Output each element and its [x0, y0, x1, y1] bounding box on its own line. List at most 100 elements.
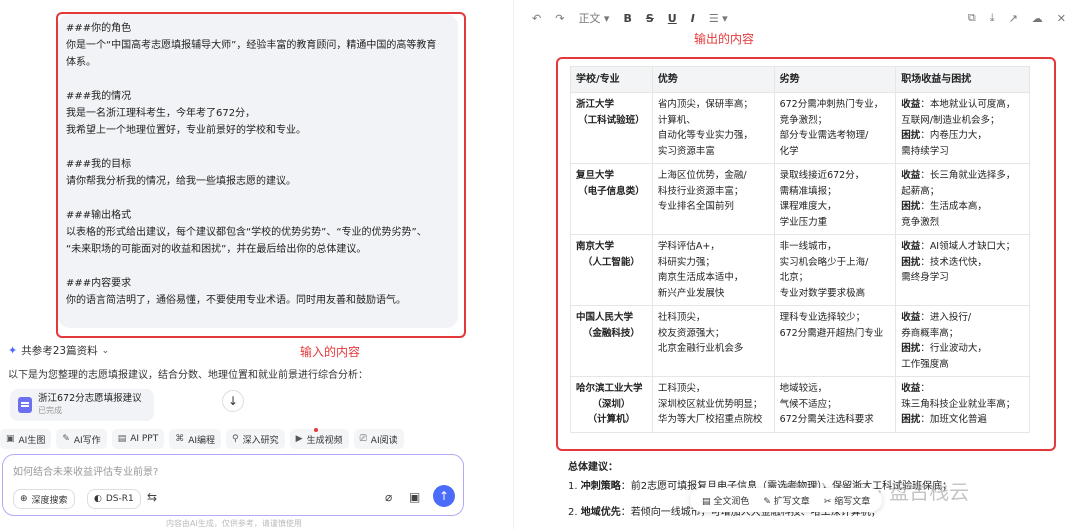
document-card[interactable]: 浙江672分志愿填报建议 已完成 [10, 389, 154, 421]
float-action-button[interactable]: ▤ 全文润色 [702, 494, 749, 507]
cell-line: 北京金融行业机会多 [657, 343, 744, 354]
send-button[interactable]: ↑ [433, 485, 455, 507]
disadvantage-cell: 理科专业选择较少； 672分需避开超热门专业 [773, 305, 897, 377]
cell-line: 券商概率高； [901, 326, 1024, 342]
school-cell: 哈尔滨工业大学 （深圳） （计算机） [570, 376, 653, 433]
career-value: ： [920, 383, 930, 394]
bold-button[interactable]: B [623, 12, 631, 25]
redo-icon[interactable]: ↷ [555, 12, 564, 25]
tool-label: AI生图 [18, 435, 46, 446]
table-header: 优势 [651, 66, 775, 93]
career-value: 竞争激烈 [901, 216, 940, 228]
career-value: ：内卷压力大， [920, 130, 987, 141]
cell-line: 困扰：行业波动大， [901, 341, 1024, 357]
tool-button[interactable]: ⚲ 深入研究 [226, 429, 285, 449]
cell-line: 工作强度高 [901, 357, 1024, 373]
cell-line: 部分专业需选考物理/ [779, 130, 869, 141]
cell-line: 竞争激烈 [901, 215, 1024, 231]
cell-line: 困扰：生活成本高， [901, 199, 1024, 215]
cell-line: 北京； [779, 272, 809, 283]
paragraph-style-select[interactable]: 正文 ▾ [578, 10, 609, 26]
references-toggle[interactable]: ✦ 共参考23篇资料 ⌄ [8, 343, 109, 358]
tool-button[interactable]: ▶ 生成视频 [289, 429, 349, 449]
scroll-down-button[interactable]: ↓ [222, 390, 244, 412]
switch-icon[interactable]: ⇆ [147, 490, 157, 504]
tool-label: AI阅读 [370, 435, 398, 446]
cloud-icon[interactable]: ☁ [1032, 12, 1043, 25]
tool-button[interactable]: ▣ AI生图 [0, 429, 52, 449]
career-key: 收益 [901, 383, 921, 394]
share-icon[interactable]: ↗ [1009, 12, 1018, 25]
advantage-cell: 省内顶尖，保研率高； 计算机、 自动化等专业实力强， 实习资源丰富 [651, 92, 775, 164]
strikethrough-button[interactable]: S [646, 12, 654, 25]
model-select-button[interactable]: ◐ DS-R1 [87, 489, 141, 509]
align-icon[interactable]: ☰ ▾ [709, 12, 728, 25]
summary-key: 冲刺策略 [580, 481, 621, 492]
cell-line: 工科顶尖， [657, 383, 706, 394]
cell-line: 专业排名全国前列 [657, 201, 734, 212]
tool-button[interactable]: ✎ AI写作 [56, 429, 107, 449]
copy-icon[interactable]: ⧉ [968, 11, 976, 25]
tool-button[interactable]: ⎚ AI阅读 [353, 429, 404, 449]
cell-line: 课程难度大， [779, 201, 837, 212]
advantage-cell: 社科顶尖， 校友资源强大； 北京金融行业机会多 [651, 305, 775, 377]
chat-input-placeholder[interactable]: 如何结合未来收益评估专业前景? [13, 463, 158, 478]
table-header: 劣势 [773, 66, 897, 93]
career-value: ：进入投行/ [920, 312, 972, 323]
tool-button[interactable]: ⌘ AI编程 [169, 429, 222, 449]
career-value: ：生活成本高， [920, 201, 987, 212]
arrow-down-icon: ↓ [227, 394, 239, 408]
cell-line: 科研实力强； [657, 256, 715, 268]
chat-input-box[interactable]: 如何结合未来收益评估专业前景? ⊕ 深度搜索 ◐ DS-R1 ⇆ ⌀ ▣ ↑ [2, 454, 464, 516]
attachment-icon[interactable]: ⌀ [385, 490, 392, 504]
tool-icon: ▤ [117, 434, 127, 444]
editor-actions: ⧉ ⤓ ↗ ☁ ✕ [968, 8, 1066, 28]
ai-tools-row: ▣ AI生图 ✎ AI写作 ▤ AI PPT ⌘ AI编程 ⚲ 深入研究 ▶ 生成视频 ⎚ AI阅读 [0, 429, 404, 449]
career-key: 收益 [901, 241, 921, 252]
school-line: 哈尔滨工业大学 [576, 383, 643, 394]
float-action-button[interactable]: ✎ 扩写文章 [763, 494, 809, 507]
career-value: ：加班文化普遍 [920, 414, 987, 425]
cell-line: 实习资源丰富 [657, 145, 715, 157]
close-icon[interactable]: ✕ [1057, 12, 1066, 25]
tool-button[interactable]: ▤ AI PPT [111, 429, 165, 449]
career-key: 收益 [901, 99, 921, 110]
table-row: 浙江大学 （工科试验班） 省内顶尖，保研率高； 计算机、 自动化等专业实力强， 实习资源丰… [570, 92, 1030, 164]
cell-line: 深圳校区就业优势明显； [657, 398, 763, 410]
cell-line: 珠三角科技企业就业率高； [901, 397, 1024, 413]
image-icon[interactable]: ▣ [409, 490, 420, 504]
table-header: 学校/专业 [570, 66, 653, 93]
float-action-label: 全文润色 [713, 496, 750, 507]
tool-label: 深入研究 [242, 435, 279, 446]
underline-button[interactable]: U [668, 12, 677, 25]
career-cell: 收益：进入投行/券商概率高； 困扰：行业波动大， 工作强度高 [895, 305, 1030, 377]
document-status: 已完成 [38, 406, 62, 415]
cell-line: 非一线城市， [779, 241, 837, 252]
school-line: （人工智能） [582, 256, 640, 268]
deep-search-button[interactable]: ⊕ 深度搜索 [13, 489, 75, 509]
tool-icon: ⌘ [175, 434, 185, 444]
career-value: ：本地就业认可度高， [920, 99, 1016, 110]
tool-icon: ⎚ [359, 434, 367, 444]
school-line: （工科试验班） [578, 114, 645, 126]
input-annotation: 输入的内容 [300, 345, 361, 359]
career-key: 困扰 [901, 414, 921, 425]
download-icon[interactable]: ⤓ [990, 11, 995, 25]
table-row: 中国人民大学 （金融科技） 社科顶尖， 校友资源强大； 北京金融行业机会多 理科专业选择较… [570, 305, 1030, 377]
cell-line: 收益： [901, 381, 1024, 397]
table-header: 职场收益与困扰 [895, 66, 1030, 93]
career-cell: 收益：长三角就业选择多， 起薪高； 困扰：生活成本高， 竞争激烈 [895, 163, 1030, 235]
cell-line: 需精准填报； [779, 185, 837, 197]
school-cell: 浙江大学 （工科试验班） [570, 92, 653, 164]
references-label: 共参考23篇资料 [21, 345, 98, 357]
undo-icon[interactable]: ↶ [532, 12, 541, 25]
cell-line: 互联网/制造业机会多； [901, 113, 1024, 129]
float-action-button[interactable]: ✂ 缩写文章 [824, 494, 870, 507]
school-cell: 中国人民大学 （金融科技） [570, 305, 653, 377]
career-cell: 收益： 珠三角科技企业就业率高； 困扰：加班文化普遍 [895, 376, 1030, 433]
cell-line: 社科顶尖， [657, 312, 706, 323]
career-value: ：行业波动大， [920, 343, 987, 354]
advice-table: 学校/专业 优势 劣势 职场收益与困扰 浙江大学 （工科试验班） 省内顶尖，保研率高； 计算… [570, 66, 1030, 433]
italic-button[interactable]: I [691, 12, 695, 25]
career-cell: 收益：AI领域人才缺口大； 困扰：技术迭代快， 需终身学习 [895, 234, 1030, 306]
